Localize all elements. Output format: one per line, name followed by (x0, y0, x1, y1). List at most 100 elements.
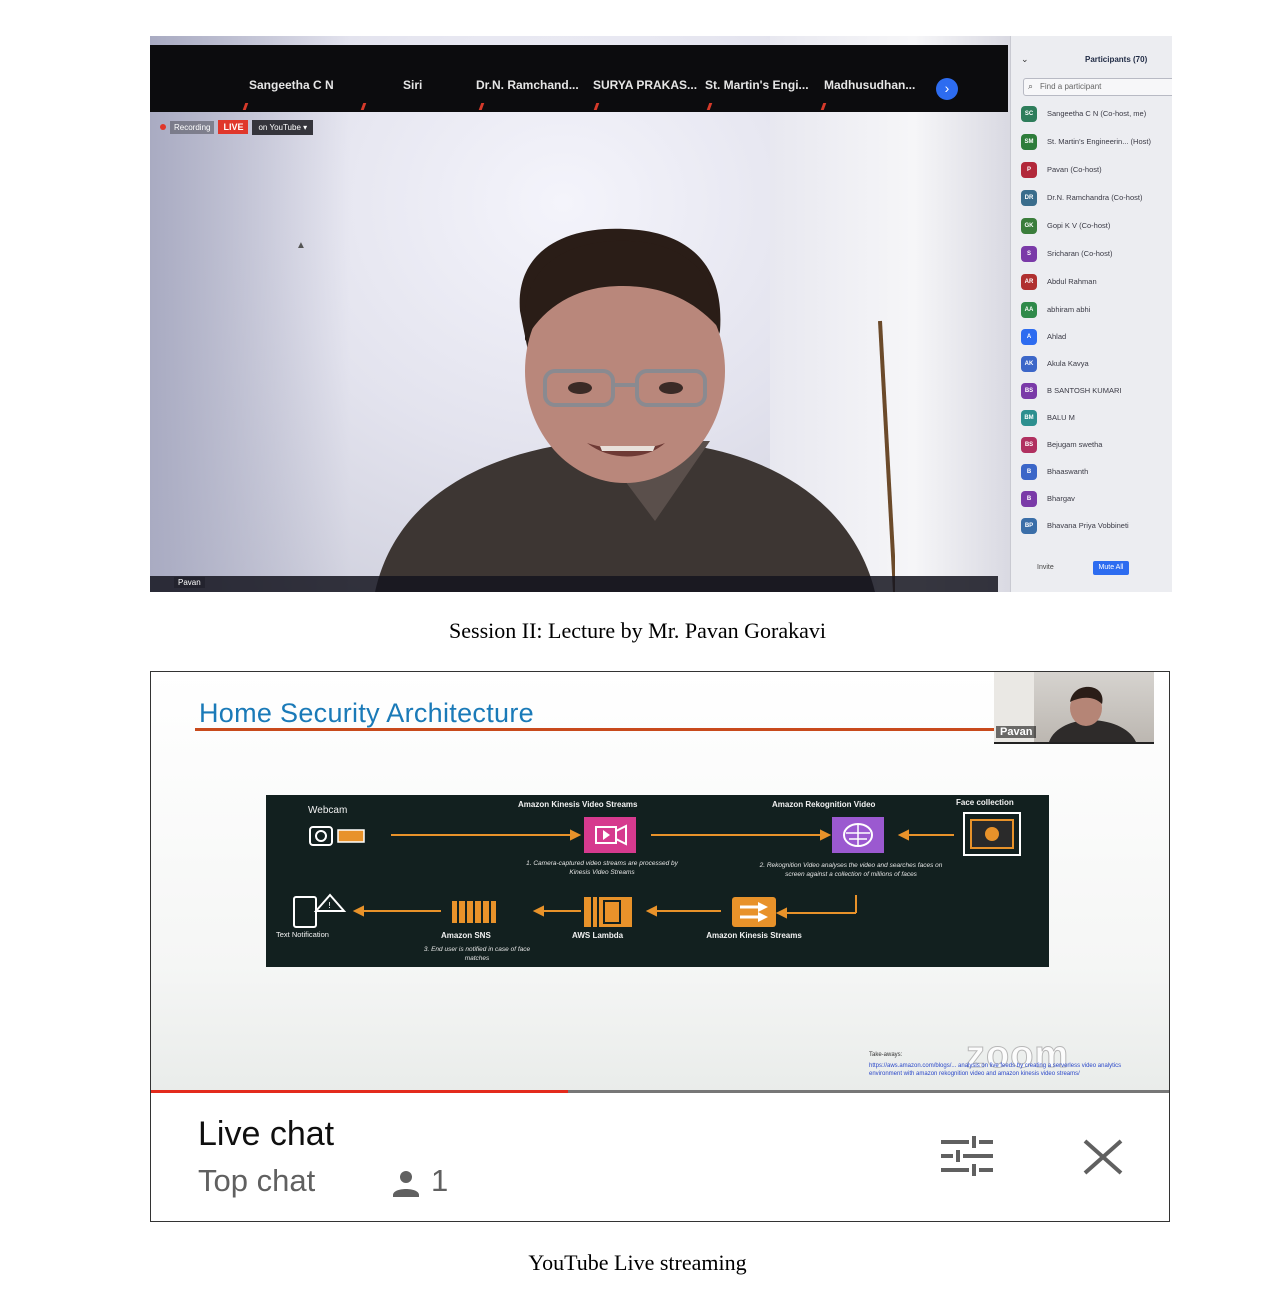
participant-name: Pavan (Co-host) (1047, 165, 1102, 174)
step-2-note: 2. Rekognition Video analyses the video … (759, 862, 943, 878)
participant-name: Bhavana Priya Vobbineti (1047, 521, 1129, 530)
participant-row[interactable]: DR Dr.N. Ramchandra (Co-host) (1021, 188, 1172, 208)
strip-name-5: St. Martin's Engi... (705, 78, 809, 92)
lambda-icon (584, 897, 632, 927)
participant-name: Abdul Rahman (1047, 277, 1097, 286)
strip-name-6: Madhusudhan... (824, 78, 916, 92)
participant-row[interactable]: AR Abdul Rahman (1021, 272, 1172, 292)
caption-session: Session II: Lecture by Mr. Pavan Gorakav… (449, 618, 826, 643)
participants-panel: ⌄ Participants (70) ⌕ Find a participant… (1010, 36, 1172, 592)
search-icon: ⌕ (1028, 81, 1034, 91)
avatar: P (1021, 162, 1037, 178)
zoom-meeting-screenshot: Sangeetha C N Siri Dr.N. Ramchand... SUR… (150, 36, 1172, 592)
participant-row[interactable]: BM BALU M (1021, 408, 1172, 428)
speaker-video: Sangeetha C N Siri Dr.N. Ramchand... SUR… (150, 36, 1010, 592)
participant-name: B SANTOSH KUMARI (1047, 386, 1122, 395)
live-chat-header: Live chat Top chat 1 (151, 1093, 1169, 1221)
youtube-live-screenshot: Home Security Architecture Pavan Webcam … (150, 671, 1170, 1222)
kinesis-streams-label: Amazon Kinesis Streams (706, 931, 802, 940)
strip-name-2: Siri (403, 78, 423, 92)
avatar: BM (1021, 410, 1037, 426)
step-1-note: 1. Camera-captured video streams are pro… (526, 860, 678, 876)
recording-label: Recording (170, 120, 215, 134)
viewer-count: 1 (431, 1163, 449, 1198)
mouse-cursor-icon: ▲ (296, 240, 306, 251)
kinesis-streams-icon (732, 897, 776, 927)
participant-name: Bhargav (1047, 494, 1075, 503)
avatar: BP (1021, 518, 1037, 534)
muted-mic-icon (242, 103, 249, 110)
live-destination-dropdown[interactable]: on YouTube ▾ (252, 119, 314, 135)
kvs-label: Amazon Kinesis Video Streams (518, 800, 638, 809)
top-chat-dropdown[interactable]: Top chat (198, 1163, 315, 1199)
lambda-label: AWS Lambda (572, 931, 624, 940)
svg-text:!: ! (328, 901, 331, 910)
recording-status-bar: Recording LIVE on YouTube ▾ (160, 118, 314, 136)
participant-name: BALU M (1047, 413, 1075, 422)
chat-filter-icon[interactable] (939, 1136, 995, 1176)
participant-row[interactable]: BS B SANTOSH KUMARI (1021, 381, 1172, 401)
reference-link[interactable]: https://aws.amazon.com/blogs/... analysi… (869, 1062, 1144, 1078)
participants-header: ⌄ Participants (70) (1011, 54, 1172, 70)
participant-search-input[interactable]: ⌕ Find a participant (1023, 78, 1172, 96)
search-placeholder: Find a participant (1040, 82, 1102, 91)
diagram-arrows (352, 829, 954, 919)
avatar: SM (1021, 134, 1037, 150)
rekognition-label: Amazon Rekognition Video (772, 800, 876, 809)
participants-title: Participants (70) (1085, 55, 1148, 64)
participant-row[interactable]: BP Bhavana Priya Vobbineti (1021, 516, 1172, 536)
mute-all-button[interactable]: Mute All (1093, 561, 1129, 575)
text-notification-label: Text Notification (276, 930, 329, 939)
avatar: A (1021, 329, 1037, 345)
muted-mic-icon (478, 103, 485, 110)
sns-label: Amazon SNS (441, 931, 491, 940)
avatar: B (1021, 464, 1037, 480)
participant-name: Bejugam swetha (1047, 440, 1103, 449)
participant-row[interactable]: P Pavan (Co-host) (1021, 160, 1172, 180)
participant-name: St. Martin's Engineerin... (Host) (1047, 137, 1151, 146)
participant-row[interactable]: AA abhiram abhi (1021, 300, 1172, 320)
caption-youtube: YouTube Live streaming (528, 1250, 747, 1275)
participant-row[interactable]: A Ahlad (1021, 327, 1172, 347)
slide-title-underline (195, 728, 995, 731)
video-name-tag: Pavan (174, 577, 205, 588)
invite-button[interactable]: Invite (1037, 564, 1054, 571)
participant-name: abhiram abhi (1047, 305, 1091, 314)
recording-dot-icon (160, 124, 166, 130)
participant-row[interactable]: GK Gopi K V (Co-host) (1021, 216, 1172, 236)
live-chat-title: Live chat (198, 1115, 335, 1153)
avatar: S (1021, 246, 1037, 262)
next-page-button[interactable]: › (936, 78, 958, 100)
participant-row[interactable]: SC Sangeetha C N (Co-host, me) (1021, 104, 1172, 124)
participant-row[interactable]: BS Bejugam swetha (1021, 435, 1172, 455)
chevron-down-icon[interactable]: ⌄ (1021, 54, 1029, 65)
participant-row[interactable]: AK Akula Kavya (1021, 354, 1172, 374)
avatar: AA (1021, 302, 1037, 318)
chevron-right-icon: › (944, 80, 950, 96)
avatar: BS (1021, 437, 1037, 453)
participant-name: Sricharan (Co-host) (1047, 249, 1113, 258)
muted-mic-icon (820, 103, 827, 110)
close-icon[interactable] (1081, 1139, 1125, 1175)
participant-row[interactable]: B Bhargav (1021, 489, 1172, 509)
muted-mic-icon (360, 103, 367, 110)
slide-title: Home Security Architecture (199, 698, 534, 728)
text-notification-icon: ! (293, 893, 347, 928)
participant-name: Akula Kavya (1047, 359, 1089, 368)
viewer-person-icon (393, 1171, 419, 1197)
avatar: GK (1021, 218, 1037, 234)
participant-row[interactable]: S Sricharan (Co-host) (1021, 244, 1172, 264)
avatar: SC (1021, 106, 1037, 122)
participant-name: Dr.N. Ramchandra (Co-host) (1047, 193, 1143, 202)
participant-name: Ahlad (1047, 332, 1067, 341)
reference-heading: Take-aways: (869, 1052, 903, 1058)
participant-row[interactable]: B Bhaaswanth (1021, 462, 1172, 482)
strip-name-1: Sangeetha C N (249, 78, 334, 92)
participant-name: Sangeetha C N (Co-host, me) (1047, 109, 1147, 118)
video-bottom-band (150, 576, 998, 592)
face-collection-label: Face collection (956, 798, 1014, 807)
kinesis-video-icon (584, 817, 636, 853)
avatar: B (1021, 491, 1037, 507)
participant-row[interactable]: SM St. Martin's Engineerin... (Host) (1021, 132, 1172, 152)
presenter-video-image (375, 228, 895, 592)
